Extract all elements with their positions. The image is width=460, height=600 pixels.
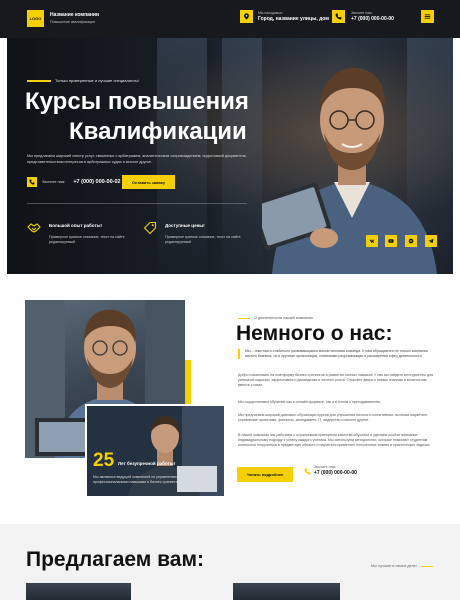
hero-title-line2: Квалификации — [69, 118, 247, 145]
feature-desc: Примерное краткое описание, текст на сай… — [165, 235, 241, 244]
experience-label: Лет безупречной работы! — [118, 461, 176, 466]
hamburger-icon — [424, 14, 431, 19]
offer-card-image[interactable] — [233, 583, 340, 600]
phone-icon — [27, 177, 37, 187]
location-icon — [240, 10, 253, 23]
about-phone: Звоните нам: +7 (000) 000-00-00 — [303, 465, 357, 477]
price-tag-icon — [143, 221, 157, 235]
experience-description: Мы являемся ведущей компанией по управле… — [93, 475, 182, 484]
phone-icon — [332, 10, 345, 23]
about-tag-text: О деятельности нашей компании — [254, 316, 313, 320]
vk-icon[interactable] — [366, 235, 378, 247]
header-phone-block: Звоните нам: +7 (000) 000-00-00 — [351, 11, 394, 23]
phone-icon — [303, 467, 311, 475]
hero-tag-text: Только проверенные и лучшие специалисты! — [55, 78, 139, 83]
site-header: LOGO Название компании Повышение квалифи… — [0, 0, 460, 38]
leave-request-button[interactable]: Оставить заявку — [122, 175, 175, 189]
read-more-button[interactable]: Читать подробнее — [237, 467, 293, 482]
about-phone-value[interactable]: +7 (000) 000-00-00 — [314, 470, 357, 477]
logo[interactable]: LOGO — [27, 10, 44, 27]
divider — [27, 203, 247, 204]
hero-phone-caption: Звоните нам: — [42, 180, 66, 184]
about-paragraph: Мы осуществляем обучение как в онлайн-фо… — [238, 400, 381, 404]
handshake-icon — [27, 223, 41, 233]
about-paragraph: Мы предлагаем широкий диапазон обучающих… — [238, 413, 428, 422]
about-tag: О деятельности нашей компании — [238, 316, 313, 320]
experience-number: 25 — [93, 450, 115, 471]
telegram-icon[interactable] — [425, 235, 437, 247]
about-paragraph: Добро пожаловать на платформу бизнес-тре… — [238, 373, 434, 387]
offer-note-text: Мы лучшие в своем деле! — [371, 564, 417, 568]
feature-title: Большой опыт работы! — [49, 223, 102, 228]
youtube-icon[interactable] — [385, 235, 397, 247]
hero-section: Только проверенные и лучшие специалисты!… — [7, 38, 453, 274]
about-paragraph: В нашей компании мы работаем с охраняемы… — [238, 433, 431, 447]
address-value: Город, название улицы, дом — [258, 16, 329, 22]
company-name: Название компании — [50, 12, 100, 18]
offer-note: Мы лучшие в своем деле! — [371, 564, 433, 568]
menu-button[interactable] — [421, 10, 434, 23]
hero-title-line1: Курсы повышения — [25, 88, 249, 115]
offer-card-image[interactable] — [26, 583, 131, 600]
hero-tag: Только проверенные и лучшие специалисты! — [27, 78, 139, 83]
hero-phone-value[interactable]: +7 (000) 000-00-02 — [73, 179, 120, 185]
address-block: Мы находимся: Город, название улицы, дом — [258, 11, 329, 23]
offer-title: Предлагаем вам: — [26, 548, 204, 571]
about-quote: Мы – опытная и стабильно развивающаяся к… — [238, 349, 434, 359]
company-subtitle: Повышение квалификации — [50, 20, 96, 24]
feature-title: Доступные цены! — [165, 223, 205, 228]
hero-phone: Звоните нам: +7 (000) 000-00-02 — [27, 177, 121, 187]
whatsapp-icon[interactable] — [405, 235, 417, 247]
feature-desc: Примерное краткое описание, текст на сай… — [49, 235, 125, 244]
hero-description: Мы предлагаем широкий спектр услуг, связ… — [27, 154, 247, 164]
about-title: Немного о нас: — [236, 322, 393, 345]
phone-value[interactable]: +7 (000) 000-00-00 — [351, 16, 394, 23]
brand: Название компании Повышение квалификации — [50, 12, 99, 25]
